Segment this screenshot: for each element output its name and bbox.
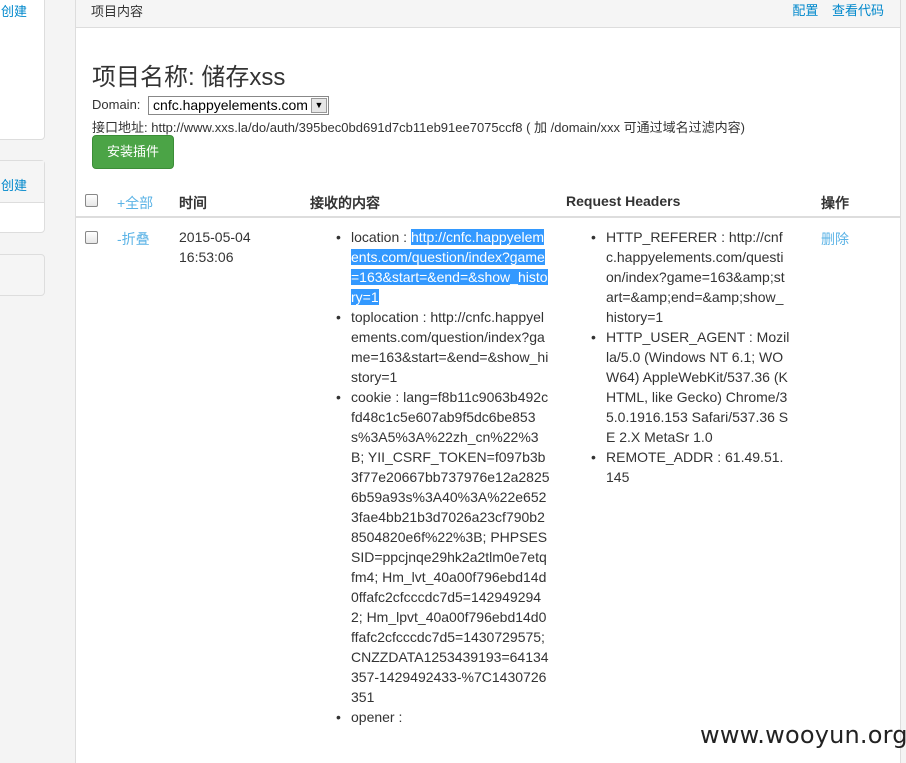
domain-select[interactable]: cnfc.happyelements.com ▼ [148,96,329,115]
project-content-panel: 项目内容 配置 查看代码 项目名称: 储存xss Domain: cnfc.ha… [75,0,901,763]
domain-row: Domain: cnfc.happyelements.com ▼ [92,96,329,115]
table-header: +全部 时间 接收的内容 Request Headers 操作 [76,177,900,218]
sidebar-create-link[interactable]: 创建 [1,1,27,20]
config-link[interactable]: 配置 [792,3,818,18]
row-time: 2015-05-04 16:53:06 [179,227,289,267]
location-label: location : [351,229,411,245]
domain-selected-value: cnfc.happyelements.com [153,97,308,113]
list-item: location : http://cnfc.happyelements.com… [336,227,550,307]
panel-header-links: 配置 查看代码 [782,0,884,19]
sidebar-create-link-2[interactable]: 创建 [1,175,27,194]
received-content: location : http://cnfc.happyelements.com… [336,227,550,727]
sidebar-panel-middle: 创建 [0,160,45,233]
list-item: REMOTE_ADDR : 61.49.51.145 [591,447,791,487]
view-code-link[interactable]: 查看代码 [832,3,884,18]
request-headers: HTTP_REFERER : http://cnfc.happyelements… [591,227,791,487]
collapse-link[interactable]: -折叠 [117,229,150,249]
row-date-text: 2015-05-04 [179,229,251,245]
list-item: cookie : lang=f8b11c9063b492cfd48c1c5e60… [336,387,550,707]
api-address: 接口地址: http://www.xxs.la/do/auth/395bec0b… [92,120,745,135]
sidebar-panel-top: 创建 [0,0,45,140]
panel-title: 项目内容 [91,4,144,19]
project-title: 项目名称: 储存xss [92,64,286,91]
row-checkbox[interactable] [85,231,98,244]
content-list: location : http://cnfc.happyelements.com… [336,227,550,727]
select-all-checkbox[interactable] [85,194,98,207]
watermark: www.wooyun.org [700,721,906,749]
install-plugin-button[interactable]: 安装插件 [92,135,174,169]
header-time: 时间 [179,195,207,211]
list-item: opener : [336,707,550,727]
headers-list: HTTP_REFERER : http://cnfc.happyelements… [591,227,791,487]
sidebar-panel-bottom [0,254,45,296]
delete-link[interactable]: 删除 [821,229,849,249]
header-content: 接收的内容 [310,195,380,211]
row-time-text: 16:53:06 [179,249,234,265]
list-item: HTTP_USER_AGENT : Mozilla/5.0 (Windows N… [591,327,791,447]
panel-header: 项目内容 配置 查看代码 [76,0,900,28]
chevron-down-icon: ▼ [310,98,327,113]
domain-label: Domain: [92,96,141,112]
header-actions: 操作 [821,195,849,211]
list-item: toplocation : http://cnfc.happyelements.… [336,307,550,387]
list-item: HTTP_REFERER : http://cnfc.happyelements… [591,227,791,327]
header-request-headers: Request Headers [566,193,681,209]
expand-all-link[interactable]: +全部 [117,193,153,213]
